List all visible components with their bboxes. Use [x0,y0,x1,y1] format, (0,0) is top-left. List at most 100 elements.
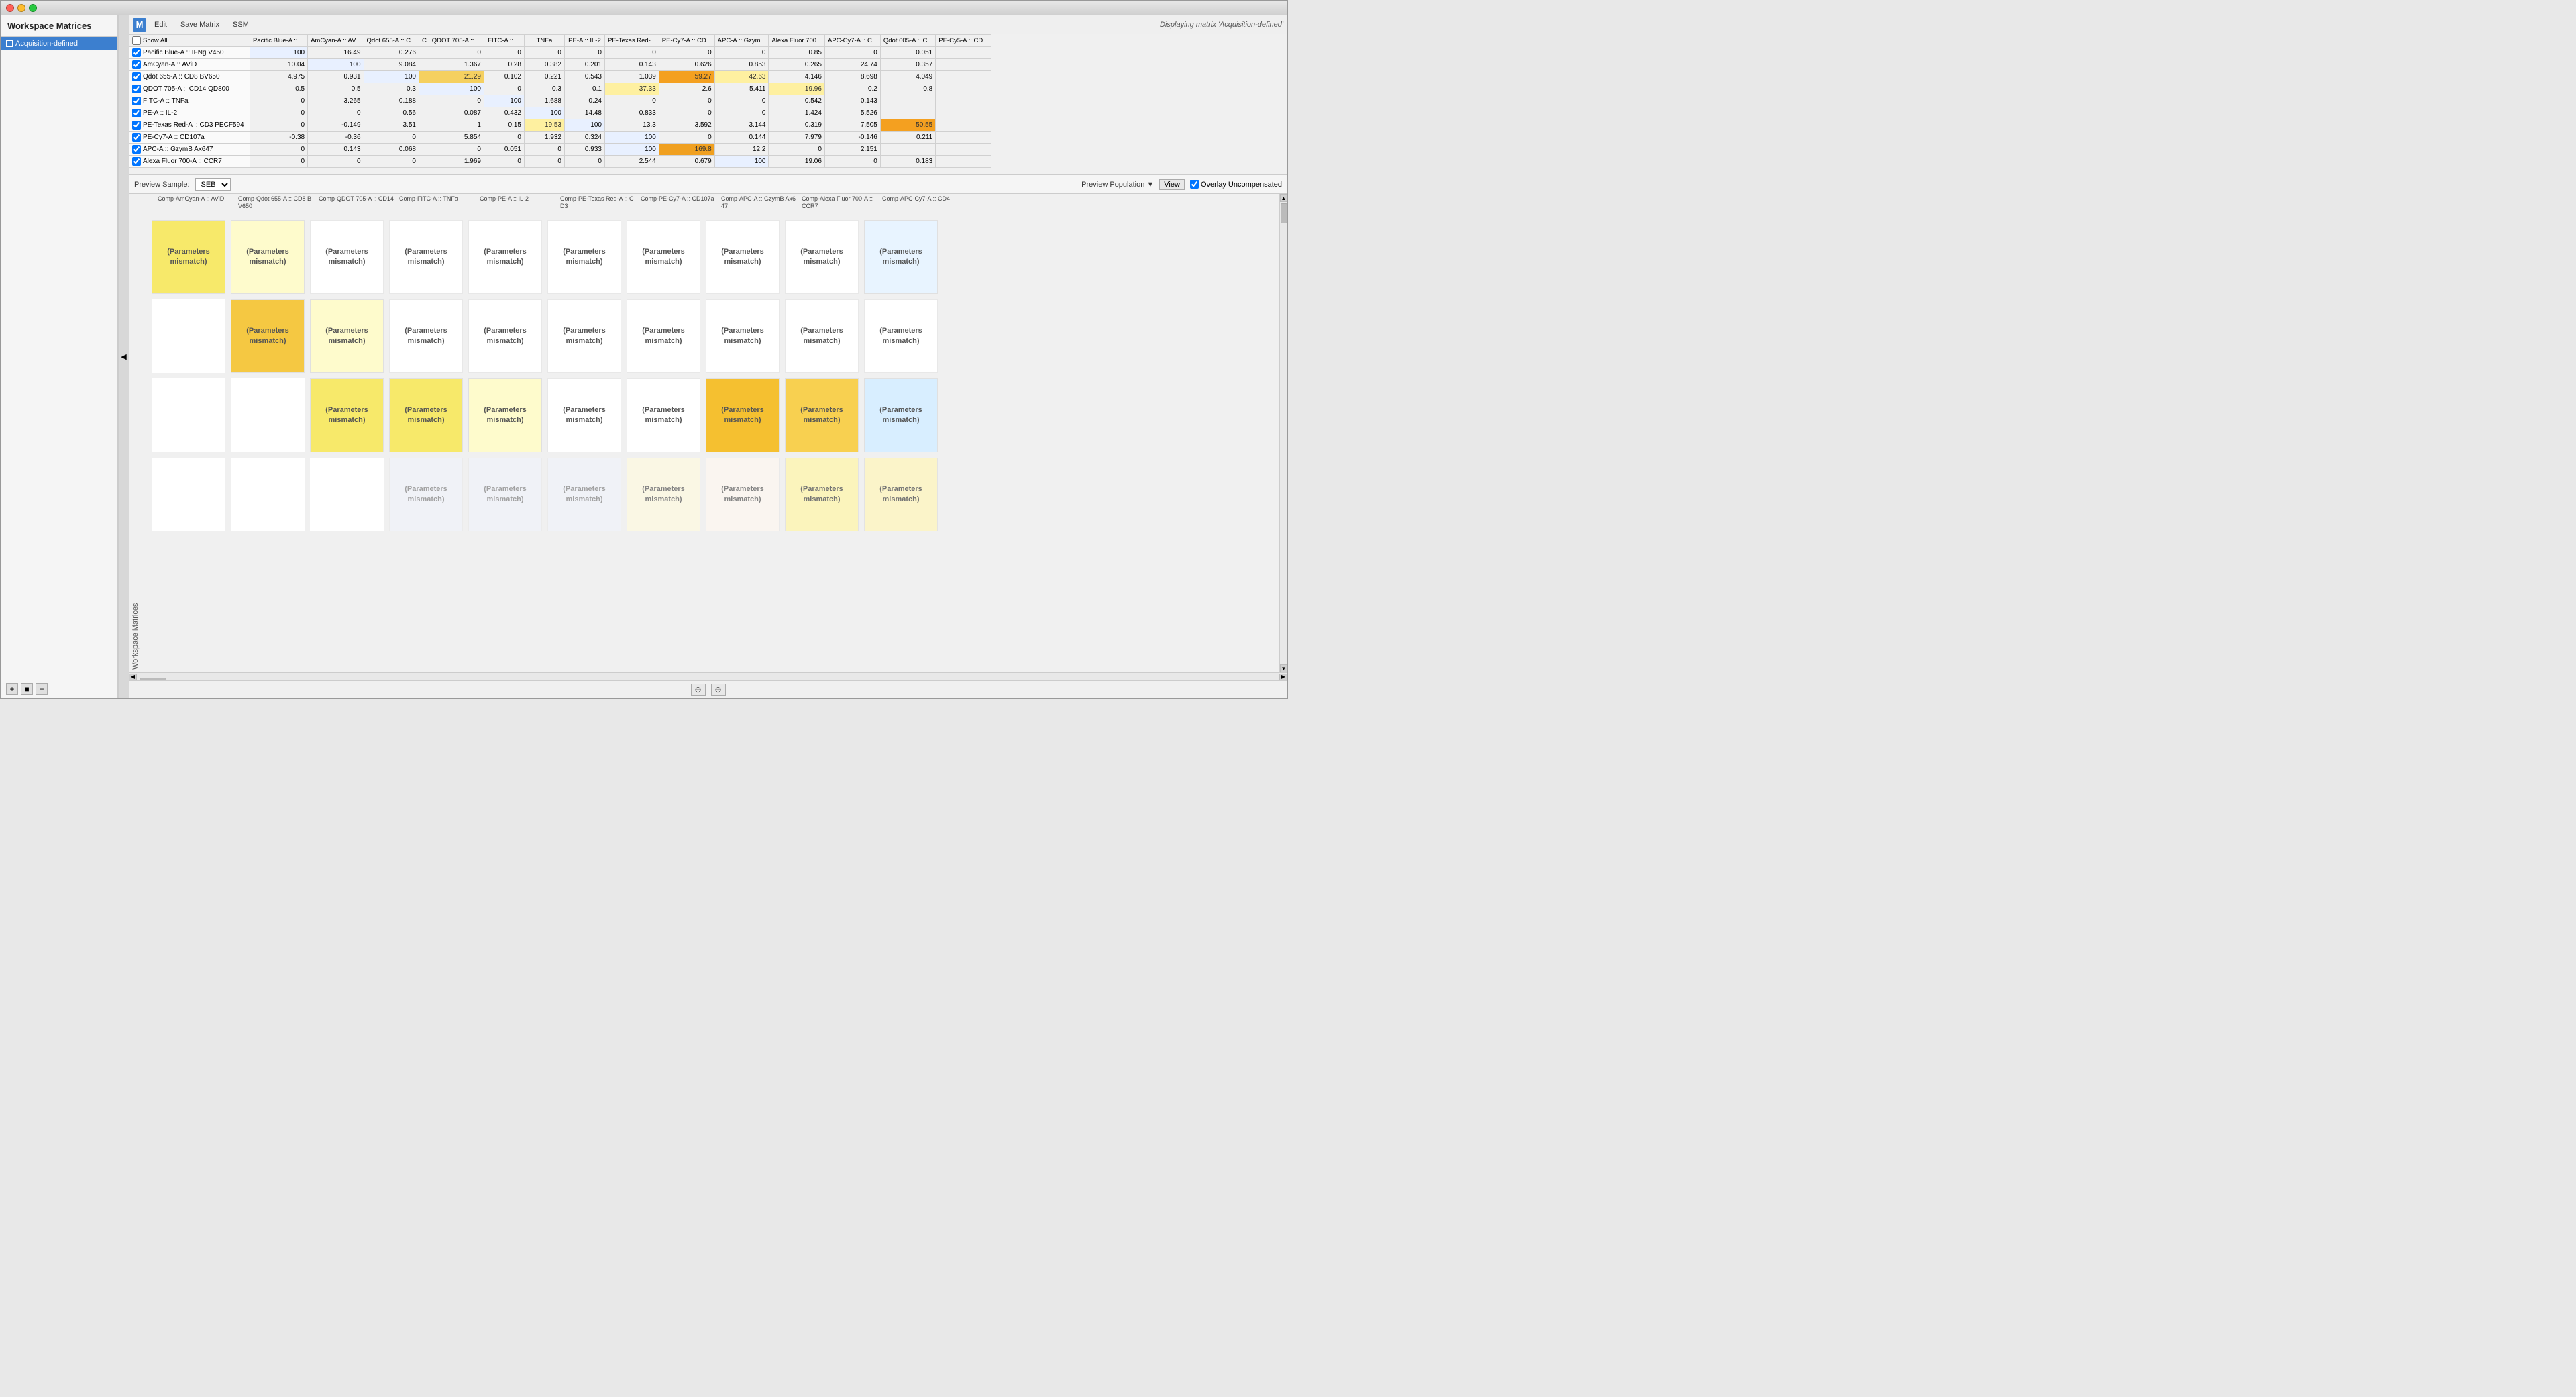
cell[interactable]: 7.505 [824,119,880,132]
cell[interactable]: 5.854 [419,132,484,144]
cell[interactable]: 3.51 [364,119,419,132]
cell[interactable]: 0 [250,156,308,168]
cell[interactable] [936,156,991,168]
cell[interactable]: 13.3 [604,119,659,132]
cell[interactable]: 0 [659,132,714,144]
cell[interactable]: 0.56 [364,107,419,119]
cell[interactable]: 0.853 [714,59,769,71]
cell[interactable]: 59.27 [659,71,714,83]
cell[interactable]: 0.143 [604,59,659,71]
cell[interactable]: 5.411 [714,83,769,95]
cell[interactable]: 0 [250,119,308,132]
cell[interactable]: 0.679 [659,156,714,168]
cell[interactable]: 3.144 [714,119,769,132]
cell[interactable]: 100 [604,132,659,144]
cell[interactable]: 0 [659,95,714,107]
h-scroll-thumb[interactable] [140,678,166,681]
cell[interactable]: 0.221 [524,71,564,83]
cell[interactable]: 0.833 [604,107,659,119]
cell[interactable]: -0.36 [308,132,364,144]
cell[interactable]: 0.542 [769,95,824,107]
cell[interactable]: 0.201 [564,59,604,71]
comp-cell-4-8[interactable]: (Parameters mismatch) [706,458,780,531]
comp-cell-2-3[interactable]: (Parameters mismatch) [310,299,384,373]
cell[interactable]: 0.144 [714,132,769,144]
cell[interactable]: 0 [714,107,769,119]
comp-cell-2-6[interactable]: (Parameters mismatch) [547,299,621,373]
cell[interactable]: 1.367 [419,59,484,71]
comp-cell-1-10[interactable]: (Parameters mismatch) [864,220,938,294]
cell[interactable]: 0.543 [564,71,604,83]
scroll-down-button[interactable]: ▼ [1280,664,1287,672]
cell[interactable]: 12.2 [714,144,769,156]
cell[interactable] [880,144,935,156]
cell[interactable]: 0.265 [769,59,824,71]
cell[interactable]: 0.5 [250,83,308,95]
cell[interactable]: 0.626 [659,59,714,71]
cell[interactable]: 37.33 [604,83,659,95]
scroll-right-button[interactable]: ▶ [1279,674,1287,680]
cell[interactable]: 100 [250,47,308,59]
cell[interactable]: 0 [419,47,484,59]
cell[interactable] [936,59,991,71]
cell[interactable]: 0.382 [524,59,564,71]
cell[interactable]: 4.975 [250,71,308,83]
minimize-button[interactable] [17,4,25,12]
add-matrix-button[interactable]: + [6,683,18,695]
comp-cell-3-4[interactable]: (Parameters mismatch) [389,378,463,452]
cell[interactable]: 0 [308,156,364,168]
cell[interactable]: 0.2 [824,83,880,95]
cell[interactable]: 1.969 [419,156,484,168]
cell[interactable]: 0 [364,132,419,144]
cell[interactable]: 0.1 [564,83,604,95]
cell[interactable]: 0.051 [880,47,935,59]
cell[interactable]: 9.084 [364,59,419,71]
cell[interactable]: 0 [604,95,659,107]
comp-cell-4-6[interactable]: (Parameters mismatch) [547,458,621,531]
cell[interactable]: 0 [484,47,524,59]
save-matrix-menu[interactable]: Save Matrix [178,19,222,30]
cell[interactable]: -0.149 [308,119,364,132]
comp-cell-4-9[interactable]: (Parameters mismatch) [785,458,859,531]
cell[interactable]: 0 [484,132,524,144]
cell[interactable]: 0 [659,107,714,119]
cell[interactable]: 0.3 [364,83,419,95]
cell[interactable]: 169.8 [659,144,714,156]
cell[interactable]: 4.146 [769,71,824,83]
comp-cell-3-6[interactable]: (Parameters mismatch) [547,378,621,452]
cell[interactable]: 2.151 [824,144,880,156]
cell[interactable]: 19.53 [524,119,564,132]
cell[interactable]: 1.688 [524,95,564,107]
cell[interactable]: 0.143 [308,144,364,156]
cell[interactable]: 100 [564,119,604,132]
cell[interactable]: 0 [524,156,564,168]
cell[interactable]: 0.102 [484,71,524,83]
cell[interactable]: 3.592 [659,119,714,132]
sidebar-item-acquisition-defined[interactable]: Acquisition-defined [1,37,117,50]
comp-cell-4-7[interactable]: (Parameters mismatch) [627,458,700,531]
cell[interactable] [936,95,991,107]
comp-grid-scroll[interactable]: (Parameters mismatch) (Parameters mismat… [142,217,1279,672]
cell[interactable]: 0 [824,47,880,59]
cell[interactable]: 2.544 [604,156,659,168]
cell[interactable]: 100 [484,95,524,107]
cell[interactable] [936,132,991,144]
sidebar-collapse[interactable]: ◀ [118,15,129,698]
overlay-checkbox[interactable] [1190,180,1199,189]
comp-cell-4-5[interactable]: (Parameters mismatch) [468,458,542,531]
cell[interactable]: -0.38 [250,132,308,144]
cell[interactable]: 0 [659,47,714,59]
cell[interactable]: 3.265 [308,95,364,107]
bottom-scrollbar[interactable]: ◀ ▶ [129,672,1287,680]
scroll-left-button[interactable]: ◀ [129,674,137,680]
cell[interactable] [936,47,991,59]
cell[interactable] [936,119,991,132]
comp-cell-1-8[interactable]: (Parameters mismatch) [706,220,780,294]
cell[interactable]: 16.49 [308,47,364,59]
maximize-button[interactable] [29,4,37,12]
scroll-up-button[interactable]: ▲ [1280,194,1287,202]
cell[interactable]: 0 [250,107,308,119]
comp-cell-1-6[interactable]: (Parameters mismatch) [547,220,621,294]
comp-cell-3-8[interactable]: (Parameters mismatch) [706,378,780,452]
cell[interactable]: 5.526 [824,107,880,119]
